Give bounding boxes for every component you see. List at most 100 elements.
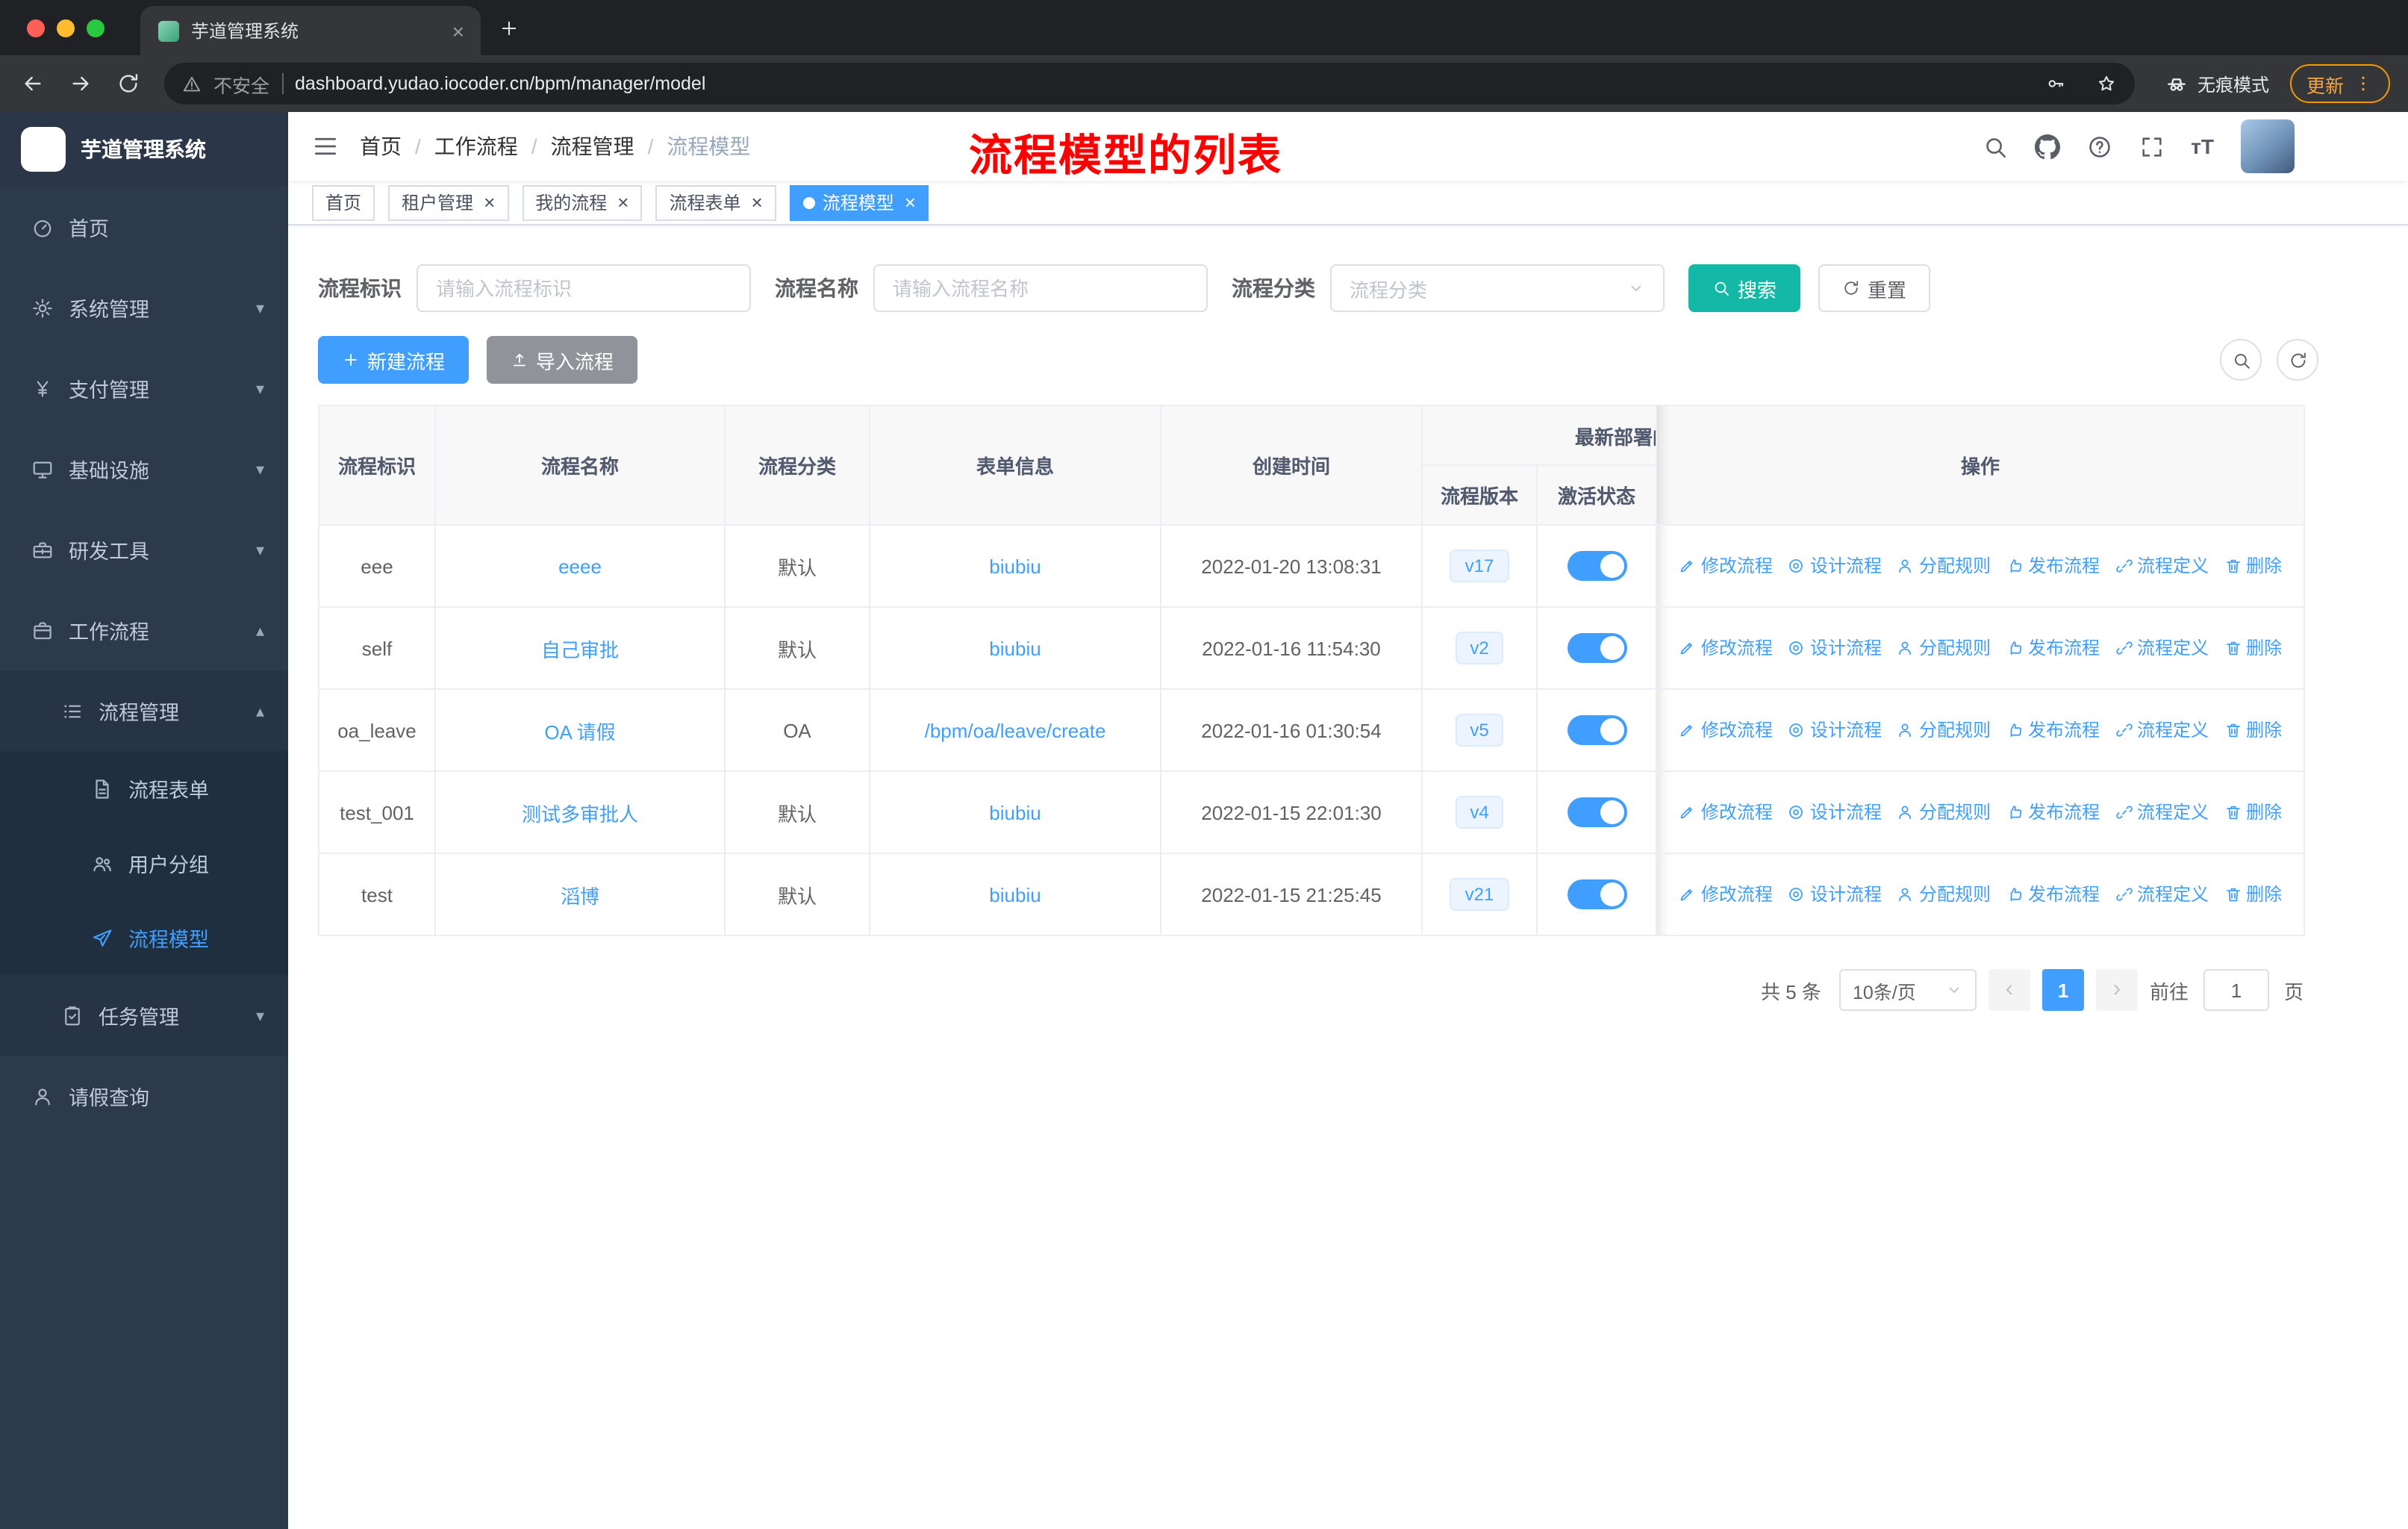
sidebar-item-dev-tools[interactable]: 研发工具 ▾ xyxy=(0,509,288,590)
prev-page-button[interactable]: ‹ xyxy=(1988,969,2030,1011)
sidebar-item-task-mgmt[interactable]: 任务管理 ▾ xyxy=(0,975,288,1056)
security-warning-icon[interactable] xyxy=(182,74,202,93)
version-badge[interactable]: v17 xyxy=(1450,549,1509,582)
refresh-table-button[interactable] xyxy=(2277,339,2318,381)
tag-process-model[interactable]: 流程模型 × xyxy=(789,184,929,220)
password-manager-icon[interactable] xyxy=(2036,73,2075,94)
sidebar-item-leave-query[interactable]: 请假查询 xyxy=(0,1056,288,1136)
breadcrumb-item[interactable]: 工作流程 xyxy=(434,131,518,161)
version-badge[interactable]: v21 xyxy=(1450,878,1509,911)
action-design[interactable]: 设计流程 xyxy=(1788,800,1882,825)
current-page-button[interactable]: 1 xyxy=(2042,969,2084,1011)
process-name-link[interactable]: eeee xyxy=(558,555,602,577)
active-toggle[interactable] xyxy=(1567,551,1626,581)
action-edit[interactable]: 修改流程 xyxy=(1679,800,1773,825)
process-name-link[interactable]: 自己审批 xyxy=(541,638,619,661)
action-delete[interactable]: 删除 xyxy=(2224,800,2282,825)
action-edit[interactable]: 修改流程 xyxy=(1679,717,1773,743)
sidebar-toggle-button[interactable] xyxy=(312,133,339,160)
sidebar-item-home[interactable]: 首页 xyxy=(0,187,288,267)
active-toggle[interactable] xyxy=(1567,797,1626,827)
action-design[interactable]: 设计流程 xyxy=(1788,635,1882,661)
user-avatar[interactable] xyxy=(2241,119,2295,173)
toggle-search-button[interactable] xyxy=(2220,339,2262,381)
create-process-button[interactable]: 新建流程 xyxy=(318,336,470,384)
action-delete[interactable]: 删除 xyxy=(2224,882,2282,907)
sidebar-item-process-mgmt[interactable]: 流程管理 ▴ xyxy=(0,670,288,751)
action-definition[interactable]: 流程定义 xyxy=(2115,800,2209,825)
import-process-button[interactable]: 导入流程 xyxy=(487,336,638,384)
action-definition[interactable]: 流程定义 xyxy=(2115,882,2209,907)
forward-button[interactable] xyxy=(60,63,102,105)
sidebar-item-system-mgmt[interactable]: 系统管理 ▾ xyxy=(0,267,288,348)
address-bar[interactable]: 不安全 dashboard.yudao.iocoder.cn/bpm/manag… xyxy=(164,63,2135,105)
form-info-link[interactable]: biubiu xyxy=(989,555,1041,577)
version-badge[interactable]: v2 xyxy=(1455,632,1504,664)
form-info-link[interactable]: /bpm/oa/leave/create xyxy=(925,719,1106,741)
header-search-icon[interactable] xyxy=(1982,134,2007,159)
browser-menu-icon[interactable] xyxy=(2353,73,2374,94)
form-info-link[interactable]: biubiu xyxy=(989,637,1041,659)
action-publish[interactable]: 发布流程 xyxy=(2006,635,2100,661)
action-publish[interactable]: 发布流程 xyxy=(2006,553,2100,579)
goto-page-input[interactable] xyxy=(2203,969,2269,1011)
close-icon[interactable]: × xyxy=(905,191,916,214)
action-publish[interactable]: 发布流程 xyxy=(2006,800,2100,825)
zoom-window-button[interactable] xyxy=(87,19,105,37)
next-page-button[interactable]: › xyxy=(2095,969,2138,1011)
new-tab-button[interactable] xyxy=(481,17,537,38)
action-edit[interactable]: 修改流程 xyxy=(1679,882,1773,907)
active-toggle[interactable] xyxy=(1567,633,1626,663)
sidebar-item-process-model[interactable]: 流程模型 xyxy=(0,900,288,975)
process-name-input[interactable] xyxy=(873,264,1208,312)
action-assign[interactable]: 分配规则 xyxy=(1897,882,1991,907)
category-select[interactable]: 流程分类 xyxy=(1330,264,1665,312)
process-name-link[interactable]: OA 请假 xyxy=(544,720,615,743)
action-delete[interactable]: 删除 xyxy=(2224,717,2282,743)
sidebar-item-infrastructure[interactable]: 基础设施 ▾ xyxy=(0,429,288,509)
browser-tab[interactable]: 芋道管理系统 × xyxy=(140,6,481,55)
form-info-link[interactable]: biubiu xyxy=(989,883,1041,906)
app-logo[interactable]: 芋道管理系统 xyxy=(0,112,288,187)
breadcrumb-item[interactable]: 首页 xyxy=(360,131,402,161)
action-design[interactable]: 设计流程 xyxy=(1788,553,1882,579)
close-icon[interactable]: × xyxy=(484,191,495,214)
action-assign[interactable]: 分配规则 xyxy=(1897,800,1991,825)
action-definition[interactable]: 流程定义 xyxy=(2115,717,2209,743)
action-assign[interactable]: 分配规则 xyxy=(1897,717,1991,743)
action-design[interactable]: 设计流程 xyxy=(1788,717,1882,743)
close-icon[interactable]: × xyxy=(752,191,763,214)
process-name-link[interactable]: 滔博 xyxy=(561,885,599,907)
help-icon[interactable] xyxy=(2086,134,2112,159)
action-edit[interactable]: 修改流程 xyxy=(1679,553,1773,579)
search-button[interactable]: 搜索 xyxy=(1688,264,1801,312)
sidebar-item-payment-mgmt[interactable]: 支付管理 ▾ xyxy=(0,348,288,429)
action-design[interactable]: 设计流程 xyxy=(1788,882,1882,907)
sidebar-item-workflow[interactable]: 工作流程 ▴ xyxy=(0,590,288,670)
process-key-input[interactable] xyxy=(417,264,751,312)
action-definition[interactable]: 流程定义 xyxy=(2115,553,2209,579)
back-button[interactable] xyxy=(12,63,54,105)
action-edit[interactable]: 修改流程 xyxy=(1679,635,1773,661)
active-toggle[interactable] xyxy=(1567,715,1626,745)
action-assign[interactable]: 分配规则 xyxy=(1897,635,1991,661)
form-info-link[interactable]: biubiu xyxy=(989,801,1041,823)
active-toggle[interactable] xyxy=(1567,879,1626,909)
tab-close-icon[interactable]: × xyxy=(448,20,469,41)
font-size-icon[interactable]: тT xyxy=(2191,136,2214,157)
minimize-window-button[interactable] xyxy=(57,19,75,37)
close-window-button[interactable] xyxy=(27,19,45,37)
version-badge[interactable]: v4 xyxy=(1455,796,1504,829)
action-publish[interactable]: 发布流程 xyxy=(2006,882,2100,907)
process-name-link[interactable]: 测试多审批人 xyxy=(522,803,638,825)
sidebar-item-user-group[interactable]: 用户分组 xyxy=(0,826,288,900)
action-publish[interactable]: 发布流程 xyxy=(2006,717,2100,743)
tag-my-process[interactable]: 我的流程 × xyxy=(522,184,643,220)
action-definition[interactable]: 流程定义 xyxy=(2115,635,2209,661)
action-delete[interactable]: 删除 xyxy=(2224,635,2282,661)
tag-tenant-mgmt[interactable]: 租户管理 × xyxy=(388,184,509,220)
version-badge[interactable]: v5 xyxy=(1455,714,1504,747)
close-icon[interactable]: × xyxy=(617,191,628,214)
github-icon[interactable] xyxy=(2034,134,2060,159)
sidebar-item-process-form[interactable]: 流程表单 xyxy=(0,751,288,826)
